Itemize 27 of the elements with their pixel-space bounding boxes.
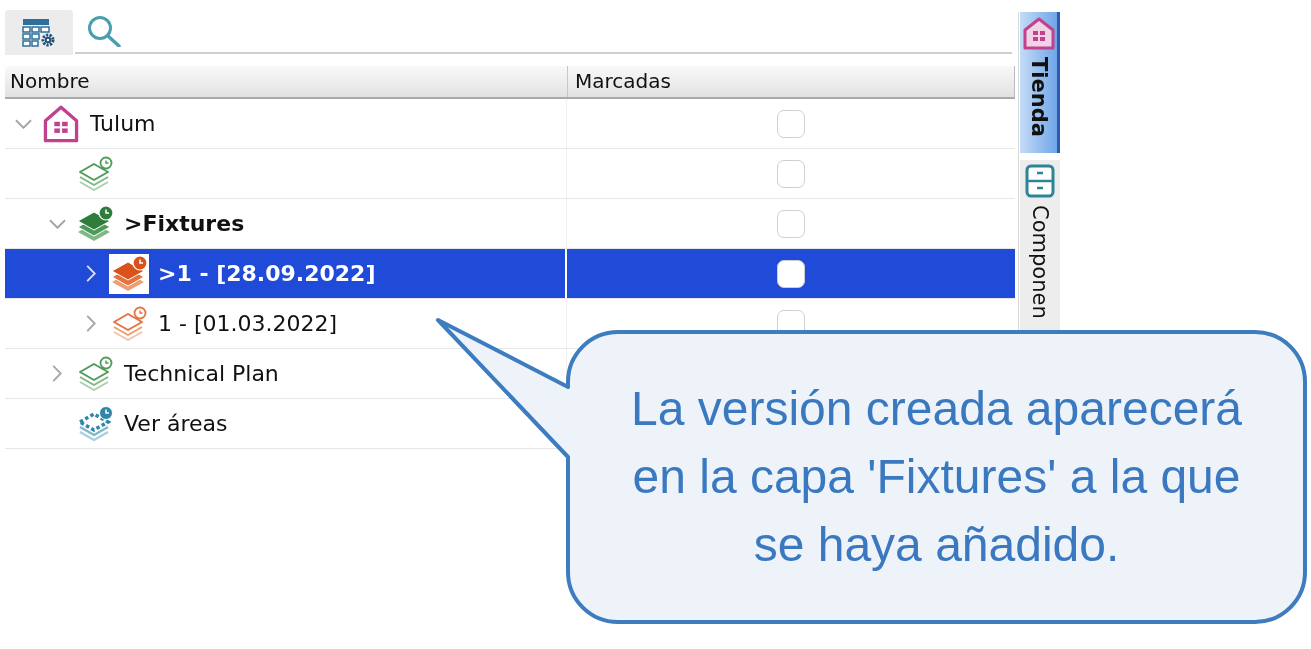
column-header[interactable]: Marcadas (567, 66, 1015, 97)
row-label: Technical Plan (124, 359, 279, 388)
row-label: Tulum (90, 109, 156, 138)
cabinet-icon (1023, 164, 1057, 198)
chevron-down-icon[interactable] (14, 118, 32, 129)
tree-row[interactable]: >1 - [28.09.2022] (5, 249, 1015, 299)
checkbox[interactable] (776, 159, 805, 188)
table-settings-button[interactable] (5, 10, 73, 55)
side-tab[interactable]: Componen (1020, 160, 1060, 332)
row-label: Ver áreas (124, 409, 228, 438)
table-settings-icon (22, 17, 56, 48)
side-tab[interactable]: Tienda (1020, 12, 1060, 153)
chevron-right-icon[interactable] (86, 315, 96, 332)
row-label: >1 - [28.09.2022] (158, 259, 376, 288)
house-icon (1021, 16, 1056, 50)
checkbox[interactable] (776, 209, 805, 238)
tree-row[interactable] (5, 149, 1015, 199)
chevron-down-icon[interactable] (48, 218, 66, 229)
search-icon (87, 15, 121, 47)
checkbox[interactable] (776, 109, 805, 138)
row-label: >Fixtures (124, 209, 245, 238)
chevron-right-icon[interactable] (52, 365, 62, 382)
column-header[interactable]: Nombre (5, 66, 567, 97)
checkbox[interactable] (776, 259, 805, 288)
tree-row[interactable]: Tulum (5, 99, 1015, 149)
row-label: 1 - [01.03.2022] (158, 309, 338, 338)
house-icon (41, 103, 81, 144)
